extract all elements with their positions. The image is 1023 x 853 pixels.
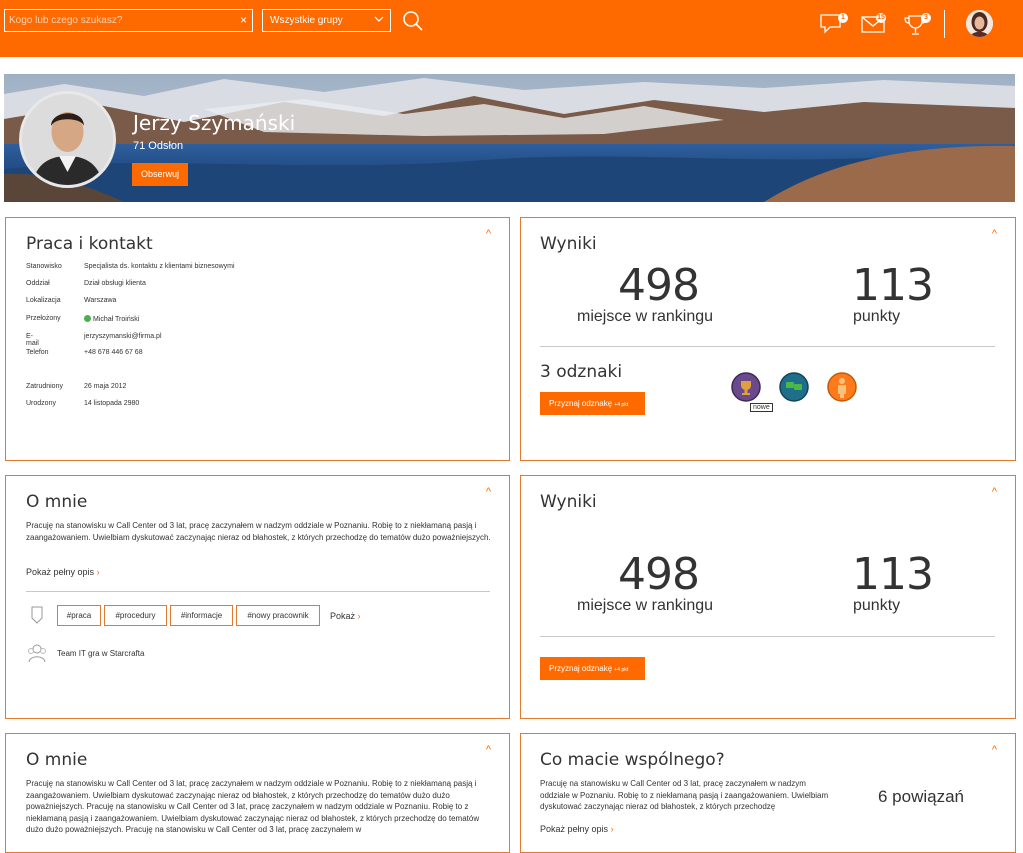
tag-chip[interactable]: #informacje: [170, 605, 233, 626]
badges-title: 3 odznaki: [540, 362, 623, 382]
message-count-badge: 15: [876, 13, 886, 23]
divider: [26, 591, 490, 592]
rank-value: 498: [618, 260, 700, 311]
tag-chip[interactable]: #nowy pracownik: [236, 605, 320, 626]
collapse-icon[interactable]: ^: [992, 228, 997, 240]
about-title: O mnie: [26, 750, 88, 770]
search-input[interactable]: [5, 10, 230, 31]
tag-chip[interactable]: #praca: [57, 605, 101, 626]
show-more-link[interactable]: Pokaż pełny opis ›: [540, 824, 614, 834]
points-value: 113: [852, 549, 934, 600]
grant-badge-button[interactable]: Przyznaj odznakę +4 pkt: [540, 657, 645, 680]
collapse-icon[interactable]: ^: [486, 228, 491, 240]
online-status-icon: [84, 315, 91, 322]
group-select-value: Wszystkie grupy: [270, 15, 343, 26]
chevron-down-icon: [374, 14, 384, 27]
trophy-badge-icon[interactable]: [731, 372, 761, 407]
follow-button[interactable]: Obserwuj: [132, 163, 188, 186]
email-link[interactable]: jerzyszymanski@firma.pl: [84, 333, 162, 340]
points-value: 113: [852, 260, 934, 311]
collapse-icon[interactable]: ^: [486, 486, 491, 498]
collapse-icon[interactable]: ^: [992, 744, 997, 756]
collapse-icon[interactable]: ^: [486, 744, 491, 756]
divider: [540, 636, 995, 637]
rank-value: 498: [618, 549, 700, 600]
show-more-link[interactable]: Pokaż pełny opis ›: [26, 567, 100, 577]
topbar-divider: [944, 10, 945, 38]
group-link[interactable]: Team IT gra w Starcrafta: [57, 649, 144, 658]
points-label: punkty: [853, 308, 901, 325]
rank-label: miejsce w rankingu: [577, 597, 714, 614]
group-select[interactable]: Wszystkie grupy: [262, 9, 391, 32]
search-box: ×: [4, 9, 253, 32]
about-title: O mnie: [26, 492, 88, 512]
work-contact-title: Praca i kontakt: [26, 234, 153, 254]
trophy-count-badge: 3: [921, 13, 931, 23]
divider: [540, 346, 995, 347]
profile-photo: [19, 91, 116, 188]
profile-name: Jerzy Szymański: [133, 111, 296, 135]
points-label: punkty: [853, 597, 901, 614]
about-text: Pracuję na stanowisku w Call Center od 3…: [26, 521, 491, 542]
chat-badge-icon[interactable]: [779, 372, 809, 407]
show-tags-link[interactable]: Pokaż ›: [330, 611, 361, 621]
tag-chip[interactable]: #procedury: [104, 605, 167, 626]
about-text: Pracuję na stanowisku w Call Center od 3…: [26, 779, 480, 834]
results-title: Wyniki: [540, 234, 597, 254]
results-title: Wyniki: [540, 492, 597, 512]
grant-badge-button[interactable]: Przyznaj odznakę +4 pkt: [540, 392, 645, 415]
comment-count-badge: 1: [838, 13, 848, 23]
connections-count[interactable]: 6 powiązań: [878, 787, 964, 807]
tag-icon: [31, 606, 43, 629]
group-icon: [26, 642, 48, 669]
common-text: Pracuję na stanowisku w Call Center od 3…: [540, 779, 829, 811]
collapse-icon[interactable]: ^: [992, 486, 997, 498]
new-label: nowe: [750, 403, 773, 412]
person-badge-icon[interactable]: [826, 372, 858, 407]
top-bar: × Wszystkie grupy 1 15 3: [0, 0, 1023, 57]
supervisor-link[interactable]: Michał Troiński: [93, 316, 139, 323]
search-icon[interactable]: [402, 10, 424, 37]
rank-label: miejsce w rankingu: [577, 308, 714, 325]
user-avatar[interactable]: [966, 10, 993, 37]
profile-views: 71 Odsłon: [133, 140, 184, 152]
clear-search-icon[interactable]: ×: [240, 13, 247, 27]
common-title: Co macie wspólnego?: [540, 750, 725, 770]
